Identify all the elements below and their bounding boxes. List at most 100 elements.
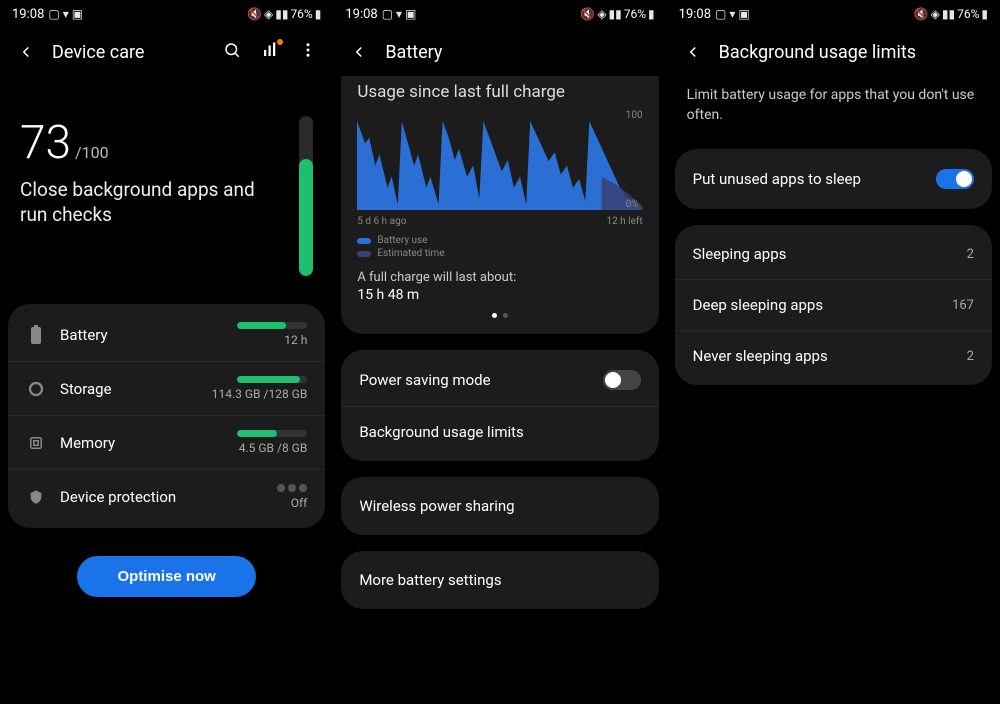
sleep-toggle-card: Put unused apps to sleep [675,149,992,209]
legend-1: Battery use [377,235,427,246]
battery-settings-card-1: Power saving mode Background usage limit… [341,350,658,461]
row-value: Off [291,496,308,510]
mute-icon: 🔇 [914,7,929,21]
row-label: Battery [60,326,223,344]
page-dot-2 [503,313,508,318]
count-badge: 2 [967,247,974,262]
score-bar-fill [299,159,313,276]
battery-icon: ▮ [315,7,322,21]
chart-y-bot: 0% [626,199,643,210]
page-indicator[interactable] [357,313,642,318]
page-dot-1 [492,313,497,318]
battery-settings-card-2: Wireless power sharing [341,477,658,535]
notif-icon: ▢ ▾ ▣ [715,7,750,21]
chart-y-top: 100 [626,110,643,121]
back-icon[interactable] [16,42,36,62]
wifi-icon: ◈ [264,7,273,21]
row-memory[interactable]: Memory 4.5 GB /8 GB [8,416,325,470]
forecast-value: 15 h 48 m [357,287,642,303]
row-label: Device protection [60,488,263,506]
mute-icon: 🔇 [580,7,595,21]
setting-label: More battery settings [359,571,640,589]
hero-subtitle: Close background apps and run checks [20,178,279,227]
row-label: Memory [60,434,223,452]
row-value: 12 h [284,333,307,347]
row-protection[interactable]: Device protection Off [8,470,325,524]
count-badge: 2 [967,349,974,364]
status-battery-pct: 76% [957,7,979,21]
screen-battery: 19:08 ▢ ▾ ▣ 🔇 ◈ ▮▮ 76% ▮ Battery Usage s… [333,0,666,704]
wifi-icon: ◈ [931,7,940,21]
back-icon[interactable] [683,42,703,62]
back-icon[interactable] [349,42,369,62]
search-icon[interactable] [223,41,241,64]
battery-icon: ▮ [981,7,988,21]
notification-dot-icon [277,39,283,45]
setting-label: Put unused apps to sleep [693,170,922,188]
page-title: Device care [52,42,207,63]
setting-label: Never sleeping apps [693,347,953,365]
notif-icon: ▢ ▾ ▣ [48,7,83,21]
chart-x-left: 5 d 6 h ago [357,216,406,227]
row-storage[interactable]: Storage 114.3 GB /128 GB [8,362,325,416]
chart-title: Usage since last full charge [357,82,642,102]
notif-icon: ▢ ▾ ▣ [382,7,417,21]
app-bar: Battery [333,28,666,76]
battery-settings-card-3: More battery settings [341,551,658,609]
wifi-icon: ◈ [597,7,606,21]
battery-chart[interactable]: 100 0% [357,110,642,210]
screen-device-care: 19:08 ▢ ▾ ▣ 🔇 ◈ ▮▮ 76% ▮ Device care [0,0,333,704]
protection-dots [277,484,307,492]
battery-icon [26,325,46,345]
more-icon[interactable] [299,41,317,64]
row-deep-sleeping-apps[interactable]: Deep sleeping apps 167 [675,280,992,331]
setting-label: Sleeping apps [693,245,953,263]
page-title: Background usage limits [719,42,984,63]
chart-icon[interactable] [261,41,279,64]
power-saving-toggle[interactable] [603,370,641,390]
hero-section: 73 /100 Close background apps and run ch… [0,76,333,296]
setting-label: Power saving mode [359,371,588,389]
screen-bg-limits: 19:08 ▢ ▾ ▣ 🔇 ◈ ▮▮ 76% ▮ Background usag… [667,0,1000,704]
setting-label: Background usage limits [359,423,640,441]
setting-label: Deep sleeping apps [693,296,938,314]
page-subtitle: Limit battery usage for apps that you do… [667,76,1000,141]
row-value: 4.5 GB /8 GB [239,441,308,455]
row-battery[interactable]: Battery 12 h [8,308,325,362]
storage-bar [237,376,307,383]
mute-icon: 🔇 [247,7,262,21]
row-never-sleeping-apps[interactable]: Never sleeping apps 2 [675,331,992,381]
metrics-card: Battery 12 h Storage 114.3 GB /128 GB Me… [8,304,325,528]
chart-x-right: 12 h left [606,216,642,227]
count-badge: 167 [952,298,974,313]
row-value: 114.3 GB /128 GB [212,387,308,401]
row-wireless-share[interactable]: Wireless power sharing [341,481,658,531]
memory-icon [26,433,46,453]
app-bar: Device care [0,28,333,76]
status-time: 19:08 [12,7,44,22]
storage-icon [26,379,46,399]
shield-icon [26,487,46,507]
score-bar [299,116,313,276]
battery-bar [237,322,307,329]
row-power-saving[interactable]: Power saving mode [341,354,658,407]
row-more-settings[interactable]: More battery settings [341,555,658,605]
sleep-categories-card: Sleeping apps 2 Deep sleeping apps 167 N… [675,225,992,385]
optimise-button[interactable]: Optimise now [77,556,255,597]
forecast-label: A full charge will last about: [357,269,642,287]
signal-icon: ▮▮ [942,7,955,21]
status-battery-pct: 76% [624,7,646,21]
status-battery-pct: 76% [290,7,312,21]
row-sleeping-apps[interactable]: Sleeping apps 2 [675,229,992,280]
sleep-toggle[interactable] [936,169,974,189]
status-time: 19:08 [679,7,711,22]
battery-icon: ▮ [648,7,655,21]
signal-icon: ▮▮ [609,7,622,21]
device-score-max: /100 [75,143,109,162]
row-bg-limits[interactable]: Background usage limits [341,407,658,457]
signal-icon: ▮▮ [275,7,288,21]
device-score: 73 [20,116,71,170]
status-time: 19:08 [345,7,377,22]
row-sleep-toggle[interactable]: Put unused apps to sleep [675,153,992,205]
row-label: Storage [60,380,198,398]
